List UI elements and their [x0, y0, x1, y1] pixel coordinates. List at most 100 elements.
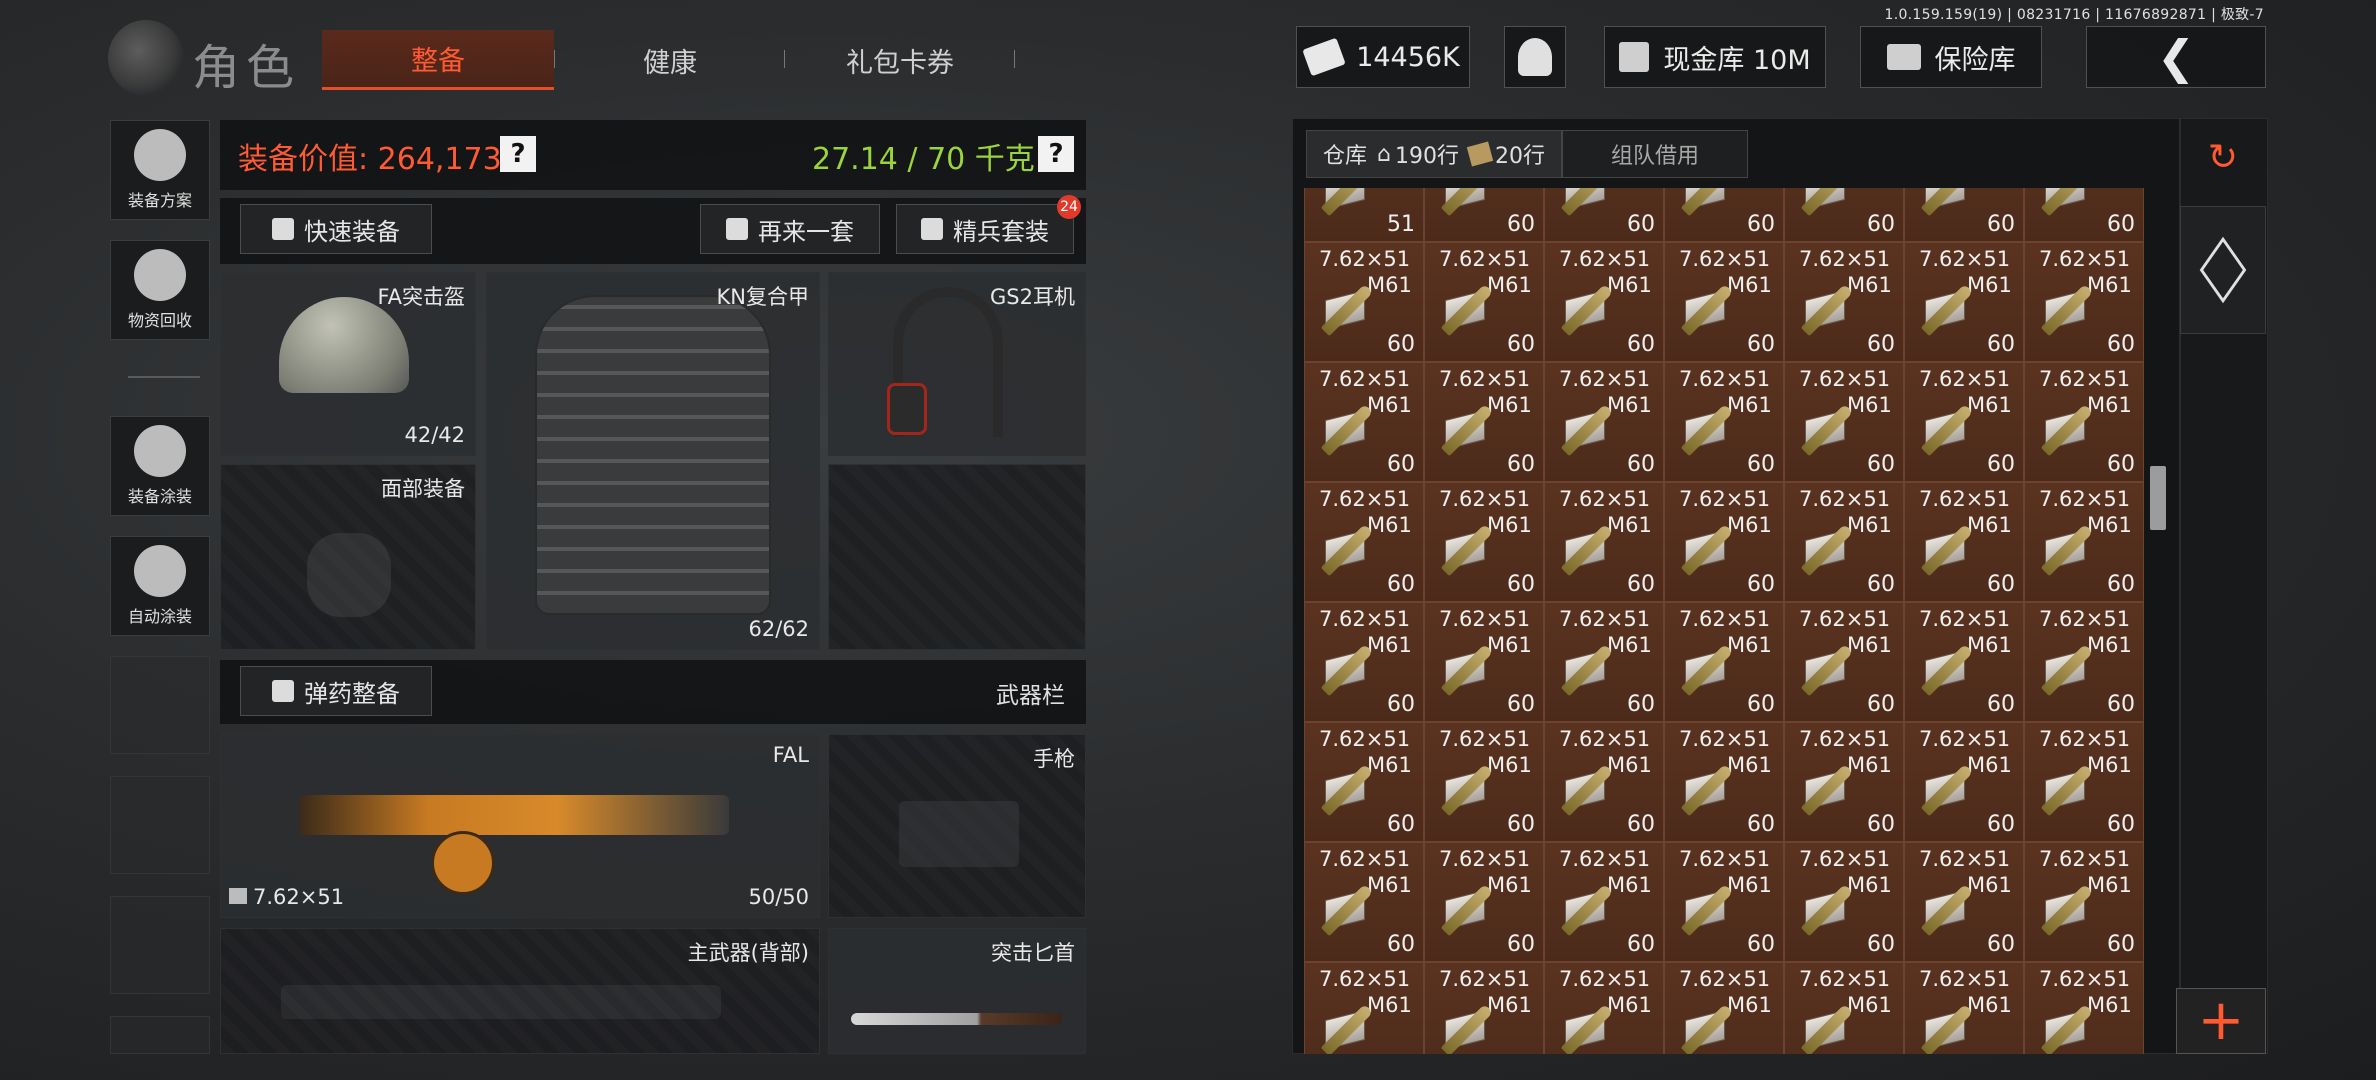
warehouse-item-cell[interactable]: 60	[2024, 188, 2144, 242]
warehouse-item-cell[interactable]: 7.62×51M61 60	[1544, 242, 1664, 362]
item-name: M61	[1487, 993, 1532, 1017]
item-count: 60	[1867, 332, 1895, 357]
back-button[interactable]: ❮	[2086, 26, 2266, 88]
face-slot[interactable]: 面部装备	[220, 464, 476, 650]
sidebar-item-recycle[interactable]: 物资回收	[110, 240, 210, 340]
warehouse-item-cell[interactable]: 7.62×51M61 60	[1904, 602, 2024, 722]
warehouse-item-cell[interactable]: 60	[1424, 188, 1544, 242]
warehouse-item-cell[interactable]: 7.62×51M61 60	[1784, 842, 1904, 962]
sort-button[interactable]: ↻	[2180, 124, 2266, 190]
warehouse-item-cell[interactable]: 7.62×51M61 60	[2024, 842, 2144, 962]
tab-gift-cards[interactable]: 礼包卡券	[800, 30, 1000, 90]
warehouse-item-cell[interactable]: 7.62×51M61 60	[1304, 242, 1424, 362]
warehouse-item-cell[interactable]: 51	[1304, 188, 1424, 242]
warehouse-item-cell[interactable]: 7.62×51M61 60	[1784, 482, 1904, 602]
warehouse-item-cell[interactable]: 7.62×51M61 60	[1544, 842, 1664, 962]
value-help-icon[interactable]: ?	[500, 136, 536, 172]
warehouse-item-cell[interactable]: 7.62×51M61 60	[1424, 242, 1544, 362]
warehouse-item-cell[interactable]: 7.62×51M61 60	[1664, 722, 1784, 842]
weight-help-icon[interactable]: ?	[1038, 136, 1074, 172]
back-weapon-slot[interactable]: 主武器(背部)	[220, 928, 820, 1054]
repeat-set-button[interactable]: 再来一套	[700, 204, 880, 254]
ammo-prep-button[interactable]: 弹药整备	[240, 666, 432, 716]
warehouse-item-cell[interactable]: 7.62×51M61 60	[1784, 242, 1904, 362]
warehouse-item-cell[interactable]: 60	[1664, 188, 1784, 242]
helmet-durability: 42/42	[404, 423, 465, 447]
tab-equip[interactable]: 整备	[322, 30, 554, 90]
currency-display[interactable]: 14456K	[1296, 26, 1470, 88]
item-caliber: 7.62×51	[1439, 367, 1531, 391]
warehouse-item-cell[interactable]: 7.62×51M61 60	[1664, 242, 1784, 362]
warehouse-item-cell[interactable]: 7.62×51M61 60	[1424, 362, 1544, 482]
warehouse-item-cell[interactable]: 7.62×51M61 60	[1424, 482, 1544, 602]
warehouse-item-cell[interactable]: 7.62×51M61 60	[2024, 242, 2144, 362]
warehouse-item-cell[interactable]: 7.62×51M61 60	[2024, 962, 2144, 1054]
expand-warehouse-button[interactable]: +	[2176, 988, 2266, 1054]
warehouse-item-cell[interactable]: 7.62×51M61 60	[1424, 602, 1544, 722]
warehouse-item-cell[interactable]: 7.62×51M61 60	[1664, 602, 1784, 722]
warehouse-item-cell[interactable]: 7.62×51M61 60	[1784, 962, 1904, 1054]
warehouse-item-cell[interactable]: 7.62×51M61 60	[1904, 962, 2024, 1054]
warehouse-item-cell[interactable]: 7.62×51M61 60	[2024, 482, 2144, 602]
warehouse-item-cell[interactable]: 7.62×51M61 60	[1424, 962, 1544, 1054]
sidebar-item-loadout[interactable]: 装备方案	[110, 120, 210, 220]
warehouse-item-cell[interactable]: 7.62×51M61 60	[1424, 722, 1544, 842]
warehouse-item-cell[interactable]: 7.62×51M61 60	[1544, 962, 1664, 1054]
warehouse-item-cell[interactable]: 7.62×51M61 60	[1664, 362, 1784, 482]
warehouse-item-cell[interactable]: 7.62×51M61 60	[1544, 602, 1664, 722]
sidebar-item-auto-paint[interactable]: 自动涂装	[110, 536, 210, 636]
elite-set-button[interactable]: 精兵套装 24	[896, 195, 1081, 254]
warehouse-item-cell[interactable]: 7.62×51M61 60	[1904, 722, 2024, 842]
primary-weapon-slot[interactable]: FAL 7.62×51 50/50	[220, 734, 820, 918]
cash-vault-button[interactable]: 现金库 10M	[1604, 26, 1826, 88]
warehouse-scrollbar[interactable]	[2150, 466, 2166, 530]
warehouse-item-cell[interactable]: 7.62×51M61 60	[1544, 722, 1664, 842]
tab-team-borrow[interactable]: 组队借用	[1561, 130, 1748, 178]
warehouse-item-cell[interactable]: 60	[1784, 188, 1904, 242]
warehouse-item-cell[interactable]: 7.62×51M61 60	[1664, 482, 1784, 602]
warehouse-item-cell[interactable]: 7.62×51M61 60	[2024, 602, 2144, 722]
warehouse-item-cell[interactable]: 7.62×51M61 60	[1904, 242, 2024, 362]
warehouse-item-cell[interactable]: 7.62×51M61 60	[1784, 722, 1904, 842]
quick-equip-button[interactable]: 快速装备	[240, 204, 432, 254]
item-caliber: 7.62×51	[1439, 967, 1531, 991]
tab-warehouse[interactable]: 仓库 ⌂ 190行 20行	[1306, 130, 1562, 178]
warehouse-item-cell[interactable]: 7.62×51M61 60	[1904, 842, 2024, 962]
warehouse-item-cell[interactable]: 7.62×51M61 60	[1304, 362, 1424, 482]
headset-slot[interactable]: GS2耳机	[828, 272, 1086, 456]
warehouse-item-cell[interactable]: 7.62×51M61 60	[2024, 722, 2144, 842]
warehouse-item-cell[interactable]: 7.62×51M61 60	[1304, 602, 1424, 722]
warehouse-grid-viewport[interactable]: 51 60 60 60 60 60 60 7.62×51 M61 60 7.62×51 M61 60 7.…	[1304, 188, 2144, 1054]
warehouse-item-cell[interactable]: 7.62×51M61 60	[1664, 962, 1784, 1054]
warehouse-item-cell[interactable]: 7.62×51M61 60	[1424, 842, 1544, 962]
warehouse-item-cell[interactable]: 7.62×51M61 60	[1544, 482, 1664, 602]
warehouse-item-cell[interactable]: 7.62×51M61 60	[1304, 962, 1424, 1054]
warehouse-item-cell[interactable]: 60	[1904, 188, 2024, 242]
sidebar-item-paint[interactable]: 装备涂装	[110, 416, 210, 516]
item-name: M61	[1847, 633, 1892, 657]
item-caliber: 7.62×51	[1679, 727, 1771, 751]
rifle-magazine-icon	[431, 831, 495, 895]
warehouse-item-cell[interactable]: 7.62×51M61 60	[1904, 482, 2024, 602]
warehouse-item-cell[interactable]: 7.62×51M61 60	[1544, 362, 1664, 482]
warehouse-item-cell[interactable]: 7.62×51M61 60	[1304, 842, 1424, 962]
item-name: M61	[1367, 273, 1412, 297]
warehouse-item-cell[interactable]: 60	[1544, 188, 1664, 242]
extra-gear-slot[interactable]	[828, 464, 1086, 650]
knife-slot[interactable]: 突击匕首	[828, 928, 1086, 1054]
support-button[interactable]	[1504, 26, 1566, 88]
warehouse-item-cell[interactable]: 7.62×51M61 60	[1784, 602, 1904, 722]
warehouse-item-cell[interactable]: 7.62×51M61 60	[1664, 842, 1784, 962]
warehouse-item-cell[interactable]: 7.62×51M61 60	[2024, 362, 2144, 482]
warehouse-item-cell[interactable]: 7.62×51M61 60	[1784, 362, 1904, 482]
armor-slot[interactable]: KN复合甲 62/62	[486, 272, 820, 650]
tab-health[interactable]: 健康	[570, 30, 770, 90]
pistol-slot[interactable]: 手枪	[828, 734, 1086, 918]
safe-box-button[interactable]: 保险库	[1860, 26, 2042, 88]
helmet-slot[interactable]: FA突击盔 42/42	[220, 272, 476, 456]
warehouse-item-cell[interactable]: 7.62×51M61 60	[1304, 722, 1424, 842]
warehouse-item-cell[interactable]: 7.62×51M61 60	[1304, 482, 1424, 602]
item-caliber: 7.62×51	[1319, 487, 1411, 511]
stack-button[interactable]	[2180, 206, 2266, 334]
warehouse-item-cell[interactable]: 7.62×51M61 60	[1904, 362, 2024, 482]
